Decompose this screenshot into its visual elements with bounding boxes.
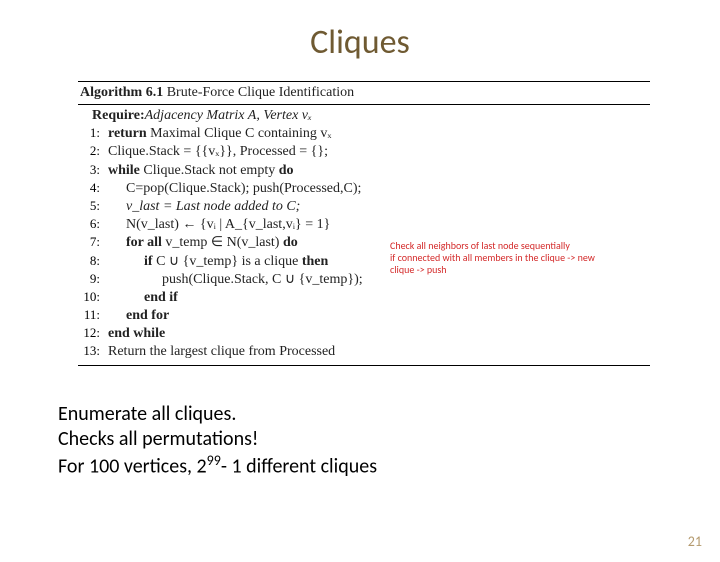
algorithm-heading: Algorithm 6.1 Brute-Force Clique Identif… [78, 81, 650, 105]
line-code: C=pop(Clique.Stack); push(Processed,C); [108, 180, 650, 198]
line-number: 12: [78, 325, 108, 342]
line-number: 5: [78, 198, 108, 215]
line-code: return Maximal Clique C containing vₓ [108, 125, 650, 143]
algorithm-block: Algorithm 6.1 Brute-Force Clique Identif… [78, 81, 650, 366]
algorithm-line: 2:Clique.Stack = {{vₓ}}, Processed = {}; [78, 143, 650, 161]
algorithm-line: 13:Return the largest clique from Proces… [78, 343, 650, 361]
line-code: while Clique.Stack not empty do [108, 162, 650, 180]
line-code: end for [108, 307, 650, 325]
algorithm-line: 6:N(v_last) ← {vᵢ | A_{v_last,vᵢ} = 1} [78, 216, 650, 234]
line-number: 4: [78, 180, 108, 197]
line-code: end if [108, 289, 650, 307]
line-code: v_last = Last node added to C; [108, 198, 650, 216]
algorithm-line: 4:C=pop(Clique.Stack); push(Processed,C)… [78, 180, 650, 198]
summary-line: Checks all permutations! [58, 427, 720, 452]
algorithm-line: 5:v_last = Last node added to C; [78, 198, 650, 216]
line-code: Clique.Stack = {{vₓ}}, Processed = {}; [108, 143, 650, 161]
require-text: Adjacency Matrix A, Vertex vₓ [145, 107, 312, 125]
algorithm-line: 3:while Clique.Stack not empty do [78, 162, 650, 180]
line-number: 7: [78, 234, 108, 251]
algorithm-line: 1:return Maximal Clique C containing vₓ [78, 125, 650, 143]
line-number: 11: [78, 307, 108, 324]
page-number: 21 [688, 533, 702, 550]
require-label: Require: [92, 107, 145, 125]
algorithm-name: Brute-Force Clique Identification [163, 85, 354, 100]
line-number: 1: [78, 125, 108, 142]
summary-fragment: For 100 vertices, 2 [58, 454, 207, 478]
annotation-callout: Check all neighbors of last node sequent… [390, 240, 640, 276]
line-number: 2: [78, 143, 108, 160]
algorithm-line: 10:end if [78, 289, 650, 307]
summary-line: For 100 vertices, 299- 1 different cliqu… [58, 452, 720, 480]
require-line: Require: Adjacency Matrix A, Vertex vₓ [78, 107, 650, 125]
summary-text: Enumerate all cliques. Checks all permut… [58, 402, 720, 480]
slide-title: Cliques [0, 22, 720, 63]
algorithm-bottom-rule [78, 365, 650, 366]
line-number: 10: [78, 289, 108, 306]
algorithm-number: Algorithm 6.1 [80, 85, 163, 100]
summary-line: Enumerate all cliques. [58, 402, 720, 427]
superscript: 99 [207, 452, 221, 469]
line-number: 6: [78, 216, 108, 233]
line-code: Return the largest clique from Processed [108, 343, 650, 361]
annotation-line: clique -> push [390, 264, 640, 276]
line-number: 13: [78, 343, 108, 360]
line-code: N(v_last) ← {vᵢ | A_{v_last,vᵢ} = 1} [108, 216, 650, 234]
algorithm-line: 12:end while [78, 325, 650, 343]
line-number: 8: [78, 253, 108, 270]
line-number: 3: [78, 162, 108, 179]
summary-fragment: - 1 different cliques [221, 454, 377, 478]
algorithm-line: 11:end for [78, 307, 650, 325]
algorithm-body: Require: Adjacency Matrix A, Vertex vₓ 1… [78, 105, 650, 362]
line-number: 9: [78, 271, 108, 288]
line-code: end while [108, 325, 650, 343]
